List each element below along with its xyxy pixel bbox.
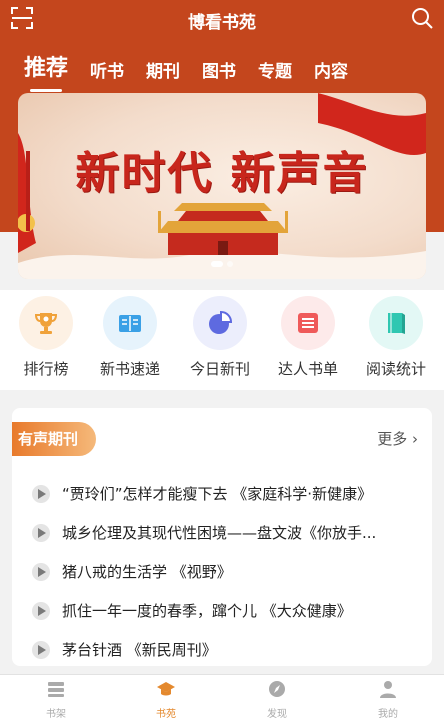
more-label: 更多: [377, 430, 408, 448]
quick-link-new-books[interactable]: 新书速递: [86, 296, 174, 379]
compass-icon: [269, 681, 285, 697]
quick-link-label: 阅读统计: [365, 360, 426, 378]
audio-journal-list: “贾玲们”怎样才能瘦下去 《家庭科学·新健康》 城乡伦理及其现代性困境——盘文波…: [32, 474, 422, 669]
promo-banner[interactable]: 新时代 新声音: [18, 93, 426, 279]
tab-audiobooks[interactable]: 听书: [90, 57, 124, 88]
play-icon[interactable]: [32, 523, 50, 542]
quick-link-label: 排行榜: [23, 360, 69, 378]
search-icon[interactable]: [411, 7, 433, 29]
section-badge: 有声期刊: [12, 422, 97, 456]
nav-library[interactable]: 书苑: [126, 679, 206, 720]
tab-books[interactable]: 图书: [202, 57, 236, 88]
play-icon[interactable]: [32, 640, 50, 659]
nav-bookshelf[interactable]: 书架: [16, 679, 96, 720]
tab-journals[interactable]: 期刊: [146, 57, 180, 88]
quick-links: 排行榜 新书速递 今日新刊 达人书单 阅读统计: [0, 290, 444, 390]
quick-link-today-journals[interactable]: 今日新刊: [176, 296, 264, 379]
bottom-nav: 书架 书苑 发现 我的: [0, 674, 444, 720]
list-item[interactable]: “贾玲们”怎样才能瘦下去 《家庭科学·新健康》: [32, 474, 422, 513]
pagination-dot[interactable]: [227, 261, 233, 267]
banner-headline: 新时代 新声音: [75, 148, 369, 199]
category-tabs: 推荐 听书 期刊 图书 专题 内容: [24, 48, 370, 88]
quick-link-reading-stats[interactable]: 阅读统计: [352, 296, 440, 379]
top-bar: 博看书苑: [0, 0, 444, 36]
quick-link-label: 新书速递: [99, 360, 160, 378]
nav-label: 书苑: [156, 709, 176, 720]
nav-label: 书架: [46, 709, 66, 720]
graduation-cap-icon: [157, 682, 175, 696]
user-icon: [380, 681, 396, 698]
tab-recommend[interactable]: 推荐: [24, 50, 68, 88]
play-icon[interactable]: [32, 601, 50, 620]
banner-pagination: [18, 252, 426, 271]
nav-discover[interactable]: 发现: [237, 679, 317, 720]
list-item[interactable]: 抓住一年一度的春季，蹿个儿 《大众健康》: [32, 591, 422, 630]
list-item[interactable]: 茅台针酒 《新民周刊》: [32, 630, 422, 669]
pagination-dot-active[interactable]: [211, 261, 223, 267]
item-title: 城乡伦理及其现代性困境——盘文波《你放手...: [62, 524, 377, 542]
tab-topics[interactable]: 专题: [258, 57, 292, 88]
app-title: 博看书苑: [188, 13, 256, 33]
bookshelf-icon: [48, 682, 64, 697]
item-title: 猪八戒的生活学 《视野》: [62, 563, 232, 581]
quick-link-label: 今日新刊: [189, 360, 250, 378]
trophy-icon: [34, 313, 58, 334]
nav-label: 我的: [378, 709, 398, 720]
list-item[interactable]: 猪八戒的生活学 《视野》: [32, 552, 422, 591]
play-icon[interactable]: [32, 562, 50, 581]
quick-link-rankings[interactable]: 排行榜: [2, 296, 90, 379]
quick-link-label: 达人书单: [277, 360, 338, 378]
quick-link-expert-lists[interactable]: 达人书单: [264, 296, 352, 379]
book-open-icon: [119, 315, 141, 332]
more-link[interactable]: 更多 ›: [377, 428, 418, 449]
list-icon: [298, 313, 318, 333]
nav-label: 发现: [267, 709, 287, 720]
pie-chart-icon: [209, 310, 233, 334]
play-icon[interactable]: [32, 484, 50, 503]
book-stack-icon: [388, 313, 405, 334]
nav-profile[interactable]: 我的: [348, 679, 428, 720]
item-title: “贾玲们”怎样才能瘦下去 《家庭科学·新健康》: [62, 485, 373, 503]
audio-journals-card: 有声期刊 更多 › “贾玲们”怎样才能瘦下去 《家庭科学·新健康》 城乡伦理及其…: [12, 408, 432, 666]
item-title: 抓住一年一度的春季，蹿个儿 《大众健康》: [62, 602, 352, 620]
chevron-right-icon: ›: [407, 430, 418, 448]
list-item[interactable]: 城乡伦理及其现代性困境——盘文波《你放手...: [32, 513, 422, 552]
item-title: 茅台针酒 《新民周刊》: [62, 641, 217, 659]
tab-content[interactable]: 内容: [314, 57, 348, 88]
